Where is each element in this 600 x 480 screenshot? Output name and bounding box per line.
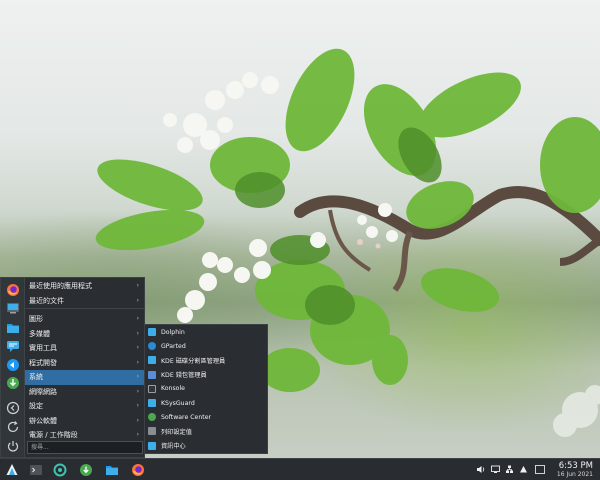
- chevron-right-icon: ›: [136, 387, 139, 395]
- show-desktop-button[interactable]: [535, 465, 545, 474]
- submenu-item-software-center[interactable]: Software Center: [145, 410, 267, 424]
- chevron-right-icon: ›: [136, 373, 139, 380]
- chevron-right-icon: ›: [136, 416, 139, 424]
- submenu-item-label: GParted: [161, 342, 186, 350]
- partition-icon: [148, 342, 156, 351]
- volume-icon[interactable]: [476, 465, 485, 474]
- firefox-icon[interactable]: [130, 462, 146, 478]
- category-label: 實用工具: [29, 344, 57, 352]
- category-multimedia[interactable]: 多媒體 ›: [25, 327, 144, 342]
- terminal-icon: [148, 384, 156, 393]
- application-launcher-menu: 最近使用的應用程式 › 最近的文件 › 圖形 › 多媒體 › 實用工具 › 程式…: [0, 277, 145, 458]
- application-launcher-icon[interactable]: [4, 462, 20, 478]
- category-label: 網際網路: [29, 387, 57, 396]
- submenu-item-ksysguard[interactable]: KSysGuard: [145, 396, 267, 410]
- category-office[interactable]: 辦公軟體 ›: [25, 414, 144, 429]
- submenu-item-gparted[interactable]: GParted: [145, 339, 267, 353]
- search-input[interactable]: [27, 441, 143, 454]
- terminal-icon[interactable]: [28, 462, 44, 478]
- category-label: 辦公軟體: [29, 416, 57, 425]
- submenu-item-printer-settings[interactable]: 列印設定值: [145, 424, 267, 438]
- file-manager-icon[interactable]: [104, 462, 120, 478]
- category-label: 最近的文件: [29, 296, 64, 305]
- clock-time: 6:53 PM: [558, 461, 593, 471]
- category-development[interactable]: 程式開發 ›: [25, 356, 144, 371]
- software-center-icon: [148, 413, 156, 422]
- restart-icon[interactable]: [5, 419, 20, 434]
- submenu-item-label: 列印設定值: [161, 428, 192, 436]
- network-icon[interactable]: [505, 465, 514, 474]
- category-label: 程式開發: [29, 358, 57, 367]
- category-label: 設定: [29, 402, 43, 410]
- submenu-item-partition-manager[interactable]: KDE 磁碟分割區管理員: [145, 353, 267, 367]
- chevron-right-icon: ›: [136, 296, 139, 304]
- printer-icon: [148, 427, 156, 436]
- chevron-right-icon: ›: [136, 315, 139, 322]
- notifications-icon[interactable]: [519, 465, 528, 474]
- logout-icon[interactable]: [5, 400, 20, 415]
- chevron-right-icon: ›: [136, 329, 139, 337]
- category-label: 最近使用的應用程式: [29, 282, 92, 290]
- submenu-item-label: KDE 錢包管理員: [161, 372, 207, 380]
- submenu-item-info-center[interactable]: 資訊中心: [145, 439, 267, 453]
- download-icon[interactable]: [5, 375, 20, 390]
- submenu-item-label: KDE 磁碟分割區管理員: [161, 357, 226, 365]
- submenu-item-wallet-manager[interactable]: KDE 錢包管理員: [145, 368, 267, 382]
- category-recent-apps[interactable]: 最近使用的應用程式 ›: [25, 279, 144, 294]
- category-settings[interactable]: 設定 ›: [25, 399, 144, 414]
- submenu-item-label: Software Center: [161, 413, 212, 421]
- category-label: 電源 / 工作階段: [29, 431, 78, 439]
- category-label: 系統: [29, 373, 43, 381]
- category-graphics[interactable]: 圖形 ›: [25, 312, 144, 327]
- category-internet[interactable]: 網際網路 ›: [25, 385, 144, 400]
- system-submenu: Dolphin GParted KDE 磁碟分割區管理員 KDE 錢包管理員 K…: [144, 324, 268, 454]
- submenu-item-dolphin[interactable]: Dolphin: [145, 325, 267, 339]
- category-label: 圖形: [29, 315, 43, 323]
- clock-date: 16 Jun 2021: [556, 471, 593, 478]
- info-center-icon: [148, 441, 156, 450]
- submenu-item-label: 資訊中心: [161, 443, 186, 451]
- download-manager-icon[interactable]: [78, 462, 94, 478]
- submenu-item-label: KSysGuard: [161, 399, 195, 407]
- display-icon[interactable]: [491, 465, 500, 474]
- chevron-right-icon: ›: [136, 282, 139, 289]
- chevron-right-icon: ›: [136, 402, 139, 409]
- taskbar: 6:53 PM 16 Jun 2021: [0, 458, 600, 480]
- submenu-item-konsole[interactable]: Konsole: [145, 382, 267, 396]
- chat-icon[interactable]: [5, 338, 20, 353]
- digital-clock[interactable]: 6:53 PM 16 Jun 2021: [557, 461, 593, 479]
- system-monitor-icon[interactable]: [52, 462, 68, 478]
- chevron-right-icon: ›: [136, 358, 139, 366]
- chevron-right-icon: ›: [136, 344, 139, 351]
- category-label: 多媒體: [29, 329, 50, 338]
- favorites-column: [1, 278, 25, 457]
- system-settings-icon[interactable]: [5, 300, 20, 315]
- category-utilities[interactable]: 實用工具 ›: [25, 341, 144, 356]
- monitor-icon: [148, 399, 156, 408]
- category-system[interactable]: 系統 ›: [25, 370, 144, 385]
- category-recent-documents[interactable]: 最近的文件 ›: [25, 294, 144, 309]
- wallet-icon: [148, 370, 156, 379]
- submenu-item-label: Konsole: [161, 385, 185, 393]
- disk-icon: [148, 356, 156, 365]
- shutdown-icon[interactable]: [5, 438, 20, 453]
- files-icon[interactable]: [5, 320, 20, 335]
- submenu-item-label: Dolphin: [161, 328, 185, 336]
- folder-icon: [148, 328, 156, 337]
- firefox-icon[interactable]: [5, 282, 20, 297]
- discover-icon[interactable]: [5, 357, 20, 372]
- category-list: 最近使用的應用程式 › 最近的文件 › 圖形 › 多媒體 › 實用工具 › 程式…: [25, 279, 144, 443]
